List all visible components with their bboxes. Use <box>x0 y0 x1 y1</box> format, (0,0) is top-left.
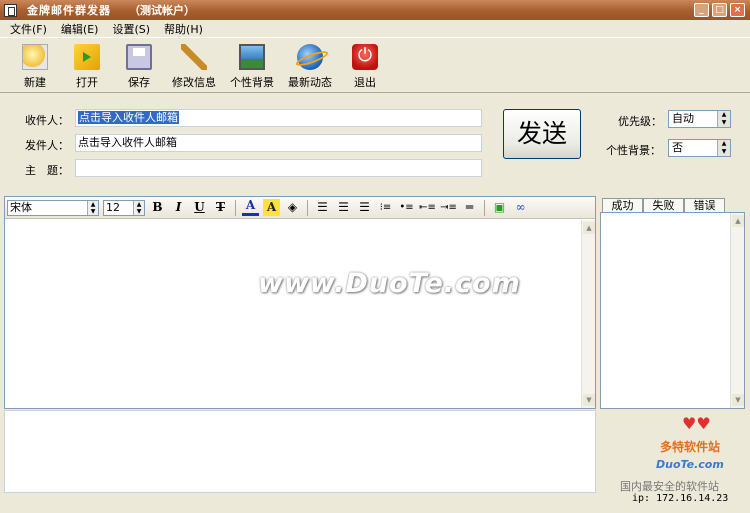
logo: ♥♥ 多特软件站 DuoTe.com 国内最安全的软件站 <box>612 412 748 493</box>
bg-label: 个性背景： <box>606 144 661 157</box>
align-left-icon[interactable]: ☰ <box>314 199 331 216</box>
tab-failed[interactable]: 失败 <box>643 198 684 213</box>
result-list[interactable]: ▲ ▼ <box>600 212 745 409</box>
outdent-icon[interactable]: ⇤≡ <box>419 199 436 216</box>
tab-error[interactable]: 错误 <box>684 198 725 213</box>
to-label: 收件人： <box>25 114 69 127</box>
menu-file[interactable]: 文件(F) <box>10 21 47 37</box>
scroll-down-icon[interactable]: ▼ <box>583 394 595 406</box>
background-select[interactable]: 否 ▲ ▼ <box>668 139 731 157</box>
save-button[interactable]: 保存 <box>116 38 162 92</box>
size-value: 12 <box>106 200 120 214</box>
priority-spin-icon[interactable]: ▲ ▼ <box>717 111 730 127</box>
menu-settings[interactable]: 设置(S) <box>112 21 150 37</box>
to-value: 点击导入收件人邮箱 <box>78 111 179 124</box>
attachment-box[interactable] <box>4 410 596 493</box>
open-label: 打开 <box>76 76 98 89</box>
size-select[interactable]: 12 ▲ ▼ <box>103 199 145 216</box>
format-toolbar: 宋体 ▲ ▼ 12 ▲ ▼ B I U T A A ◈ ☰ ☰ ☰ ⁝≡ •≡ ⇤≡… <box>5 197 595 219</box>
background-spin-icon[interactable]: ▲ ▼ <box>717 140 730 156</box>
send-button[interactable]: 发送 <box>503 109 581 159</box>
menu-help[interactable]: 帮助(H) <box>164 21 203 37</box>
background-value: 否 <box>672 141 683 154</box>
menu-bar: 文件(F) 编辑(E) 设置(S) 帮助(H) <box>0 20 750 37</box>
subject-field[interactable] <box>75 159 482 177</box>
maximize-button[interactable]: □ <box>712 3 727 17</box>
close-button[interactable]: × <box>730 3 745 17</box>
horizontal-rule-icon[interactable]: ═ <box>461 199 478 216</box>
bullet-list-icon[interactable]: •≡ <box>398 199 415 216</box>
from-label: 发件人： <box>25 139 69 152</box>
hearts-icon: ♥♥ <box>682 414 711 433</box>
logo-slogan: 国内最安全的软件站 <box>620 480 719 493</box>
result-scrollbar[interactable]: ▲ ▼ <box>730 213 744 408</box>
exit-button[interactable]: 退出 <box>342 38 388 92</box>
separator <box>307 199 308 216</box>
scroll-up-icon[interactable]: ▲ <box>732 215 744 227</box>
scroll-up-icon[interactable]: ▲ <box>583 222 595 234</box>
subject-label: 主 题： <box>25 164 69 177</box>
align-right-icon[interactable]: ☰ <box>356 199 373 216</box>
background-label: 个性背景 <box>230 76 274 89</box>
menu-edit[interactable]: 编辑(E) <box>61 21 99 37</box>
paint-bucket-icon[interactable]: ◈ <box>284 199 301 216</box>
edit-info-button[interactable]: 修改信息 <box>168 38 220 92</box>
new-label: 新建 <box>24 76 46 89</box>
insert-link-icon[interactable]: ∞ <box>512 199 529 216</box>
scroll-down-icon[interactable]: ▼ <box>732 394 744 406</box>
logo-url: DuoTe.com <box>656 458 724 471</box>
picture-icon <box>239 44 265 70</box>
window-subtitle: （测试帐户） <box>129 4 195 17</box>
indent-icon[interactable]: ⇥≡ <box>440 199 457 216</box>
app-icon <box>4 3 17 17</box>
title-bar: 金牌邮件群发器 （测试帐户） _ □ × <box>0 0 750 20</box>
priority-value: 自动 <box>672 112 694 125</box>
italic-button[interactable]: I <box>170 199 187 216</box>
font-select[interactable]: 宋体 ▲ ▼ <box>7 199 99 216</box>
new-document-icon <box>22 44 48 70</box>
priority-label: 优先级： <box>618 115 662 128</box>
open-folder-icon <box>74 44 100 70</box>
tab-success[interactable]: 成功 <box>602 198 643 213</box>
numbered-list-icon[interactable]: ⁝≡ <box>377 199 394 216</box>
from-field[interactable]: 点击导入收件人邮箱 <box>75 134 482 152</box>
floppy-disk-icon <box>126 44 152 70</box>
separator <box>235 199 236 216</box>
separator <box>484 199 485 216</box>
window-title: 金牌邮件群发器 <box>27 4 111 17</box>
minimize-button[interactable]: _ <box>694 3 709 17</box>
font-color-button[interactable]: A <box>242 199 259 216</box>
background-button[interactable]: 个性背景 <box>226 38 278 92</box>
news-label: 最新动态 <box>288 76 332 89</box>
underline-button[interactable]: U <box>191 199 208 216</box>
size-spin-icon[interactable]: ▲ ▼ <box>133 200 144 215</box>
highlight-color-button[interactable]: A <box>263 199 280 216</box>
ip-address: ip: 172.16.14.23 <box>632 493 729 504</box>
globe-icon <box>297 44 323 70</box>
font-value: 宋体 <box>10 200 32 214</box>
pencil-icon <box>181 44 207 70</box>
edit-info-label: 修改信息 <box>172 76 216 89</box>
editor-panel: 宋体 ▲ ▼ 12 ▲ ▼ B I U T A A ◈ ☰ ☰ ☰ ⁝≡ •≡ ⇤≡… <box>4 196 596 409</box>
message-editor[interactable]: www.DuoTe.com ▲ ▼ <box>5 220 595 408</box>
bold-button[interactable]: B <box>149 199 166 216</box>
toolbar: 新建 打开 保存 修改信息 个性背景 最新动态 退出 <box>0 37 750 93</box>
open-button[interactable]: 打开 <box>64 38 110 92</box>
power-icon <box>352 44 378 70</box>
to-field[interactable]: 点击导入收件人邮箱 <box>75 109 482 127</box>
logo-name: 多特软件站 <box>660 440 721 454</box>
new-button[interactable]: 新建 <box>12 38 58 92</box>
strikethrough-button[interactable]: T <box>212 199 229 216</box>
priority-select[interactable]: 自动 ▲ ▼ <box>668 110 731 128</box>
news-button[interactable]: 最新动态 <box>284 38 336 92</box>
exit-label: 退出 <box>354 76 376 89</box>
watermark: www.DuoTe.com <box>258 268 521 299</box>
editor-scrollbar[interactable]: ▲ ▼ <box>581 220 595 408</box>
align-center-icon[interactable]: ☰ <box>335 199 352 216</box>
font-spin-icon[interactable]: ▲ ▼ <box>87 200 98 215</box>
result-tabs: 成功 失败 错误 <box>602 198 725 213</box>
save-label: 保存 <box>128 76 150 89</box>
insert-image-icon[interactable]: ▣ <box>491 199 508 216</box>
